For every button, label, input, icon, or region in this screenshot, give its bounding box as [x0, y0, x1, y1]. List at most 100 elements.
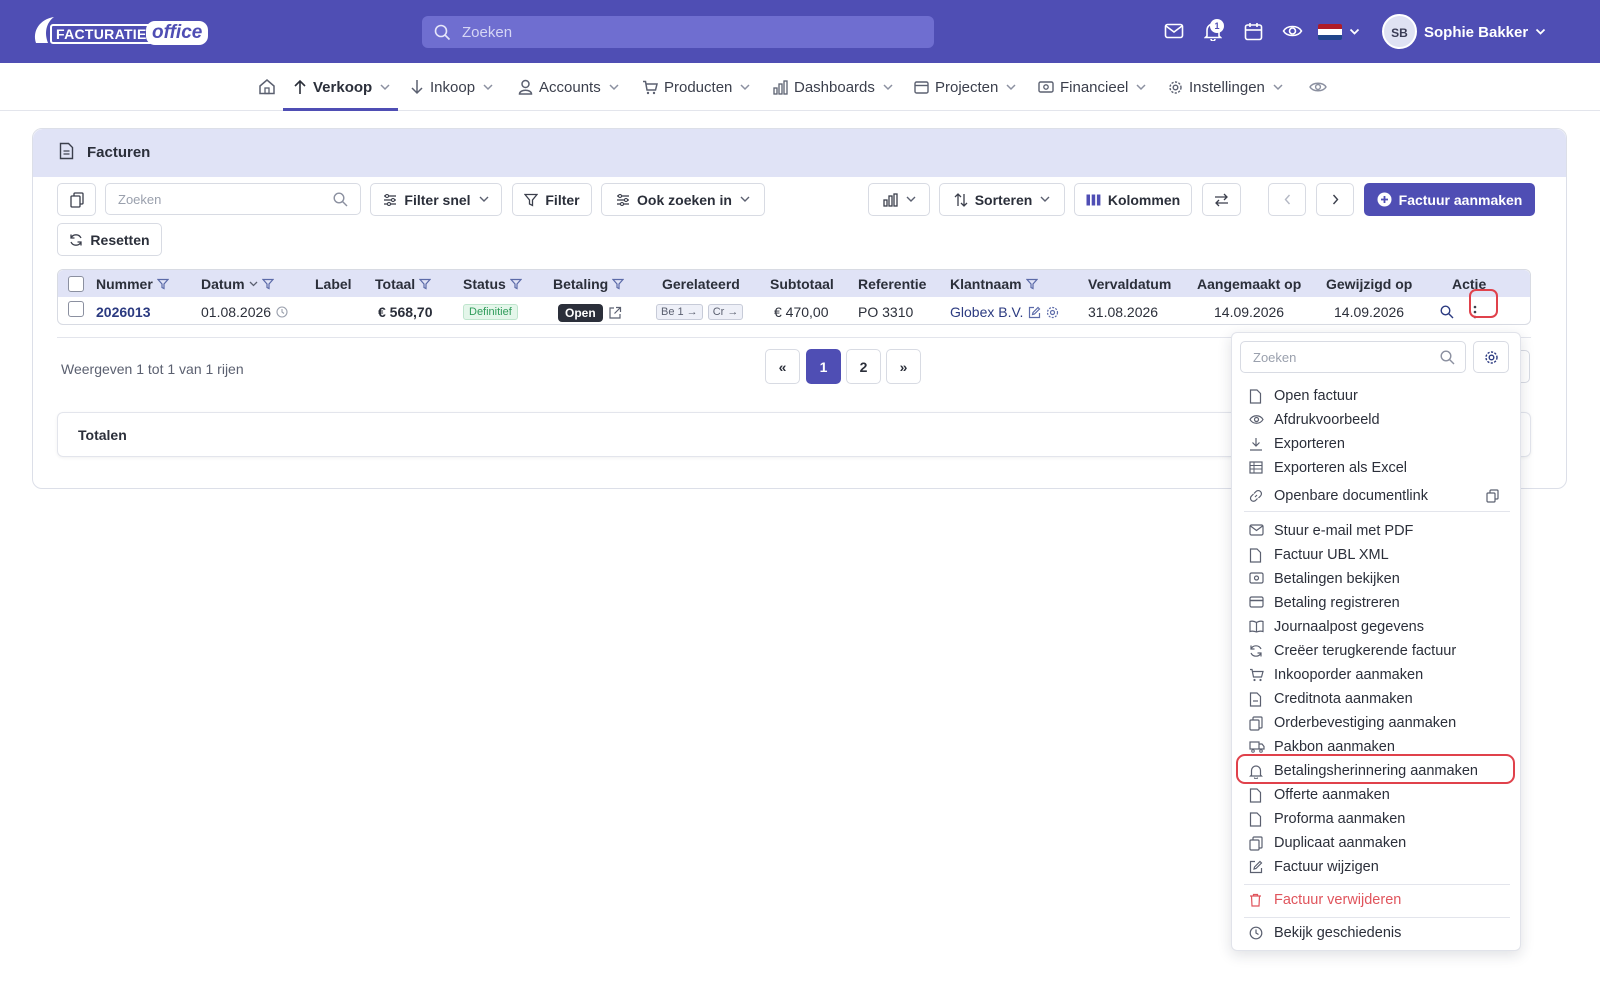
home-icon[interactable] [258, 78, 276, 95]
reset-button[interactable]: Resetten [57, 223, 162, 256]
columns-button[interactable]: Kolommen [1074, 183, 1192, 216]
refresh-icon [1250, 645, 1262, 657]
copy-icon[interactable] [1486, 489, 1499, 503]
menu-item-stuur-email[interactable]: Stuur e-mail met PDF [1232, 520, 1522, 542]
menu-item-creeer-terugkerende-factuur[interactable]: Creëer terugkerende factuur [1232, 640, 1522, 662]
mail-icon[interactable] [1164, 22, 1184, 40]
col-gewijzigd-op[interactable]: Gewijzigd op [1326, 276, 1412, 292]
menu-item-inkooporder-aanmaken[interactable]: Inkooporder aanmaken [1232, 664, 1522, 686]
user-name[interactable]: Sophie Bakker [1424, 24, 1528, 41]
filter-button[interactable]: Filter [512, 183, 592, 216]
col-vervaldatum[interactable]: Vervaldatum [1088, 276, 1171, 292]
menu-item-offerte-aanmaken[interactable]: Offerte aanmaken [1232, 784, 1522, 806]
swap-button[interactable] [1202, 183, 1241, 216]
chart-toggle-button[interactable] [868, 183, 930, 216]
chevron-down-icon[interactable] [1349, 28, 1360, 36]
menu-item-duplicaat-aanmaken[interactable]: Duplicaat aanmaken [1232, 832, 1522, 854]
invoice-number-link[interactable]: 2026013 [96, 304, 151, 320]
menu-item-afdrukvoorbeeld[interactable]: Afdrukvoorbeeld [1232, 409, 1522, 431]
prev-page-button[interactable] [1268, 183, 1306, 216]
user-menu-chevron-icon[interactable] [1535, 28, 1546, 36]
menu-item-factuur-verwijderen[interactable]: Factuur verwijderen [1232, 889, 1522, 911]
sort-button[interactable]: Sorteren [939, 183, 1065, 216]
app-logo[interactable]: FACTURATIE office [30, 13, 209, 51]
chevron-left-icon [1284, 194, 1290, 205]
col-label[interactable]: Label [315, 276, 352, 292]
col-referentie[interactable]: Referentie [858, 276, 926, 292]
funnel-icon[interactable] [156, 278, 169, 290]
related-booking-button[interactable]: Be 1 → [656, 304, 703, 320]
col-gerelateerd[interactable]: Gerelateerd [662, 276, 740, 292]
col-klantnaam[interactable]: Klantnaam [950, 276, 1038, 292]
edit-icon[interactable] [1028, 306, 1041, 319]
customer-link[interactable]: Globex B.V. [950, 304, 1023, 320]
external-link-icon[interactable] [608, 306, 622, 320]
bulk-actions-button[interactable] [57, 183, 96, 216]
cart-icon [643, 80, 658, 94]
file-minus-icon [1249, 692, 1262, 707]
related-credit-button[interactable]: Cr → [707, 304, 744, 320]
global-search-input[interactable]: Zoeken [422, 16, 934, 48]
menu-item-betalingen-bekijken[interactable]: Betalingen bekijken [1232, 568, 1522, 590]
avatar[interactable]: SB [1382, 14, 1417, 49]
nav-item-verkoop[interactable]: Verkoop [293, 76, 390, 98]
menu-settings-button[interactable] [1473, 341, 1509, 373]
calendar-icon[interactable] [1244, 22, 1263, 41]
row-checkbox[interactable] [68, 301, 84, 317]
nav-item-producten[interactable]: Producten [642, 76, 750, 98]
flag-nl-icon[interactable] [1318, 24, 1342, 40]
col-betaling[interactable]: Betaling [553, 276, 625, 292]
page-title: Facturen [87, 144, 151, 161]
table-search-input[interactable]: Zoeken [105, 183, 361, 215]
nav-item-dashboards[interactable]: Dashboards [773, 76, 893, 98]
menu-item-open-factuur[interactable]: Open factuur [1232, 385, 1522, 407]
menu-item-factuur-wijzigen[interactable]: Factuur wijzigen [1232, 856, 1522, 878]
col-datum[interactable]: Datum [201, 276, 274, 292]
row-search-action[interactable] [1440, 305, 1454, 319]
nav-item-inkoop[interactable]: Inkoop [410, 76, 493, 98]
col-subtotaal[interactable]: Subtotaal [770, 276, 834, 292]
gear-icon[interactable] [1046, 306, 1059, 319]
also-search-in-button[interactable]: Ook zoeken in [601, 183, 765, 216]
col-status[interactable]: Status [463, 276, 522, 292]
menu-item-orderbevestiging-aanmaken[interactable]: Orderbevestiging aanmaken [1232, 712, 1522, 734]
funnel-icon[interactable] [1025, 278, 1038, 290]
nav-item-instellingen[interactable]: Instellingen [1168, 76, 1283, 98]
funnel-icon[interactable] [509, 278, 522, 290]
create-invoice-button[interactable]: Factuur aanmaken [1364, 183, 1535, 216]
payment-status-badge[interactable]: Open [558, 304, 603, 322]
funnel-icon[interactable] [419, 278, 432, 290]
nav-item-financieel[interactable]: Financieel [1038, 76, 1146, 98]
page-1-button[interactable]: 1 [806, 349, 841, 384]
page-2-button[interactable]: 2 [846, 349, 881, 384]
menu-item-openbare-documentlink[interactable]: Openbare documentlink [1232, 485, 1522, 507]
menu-item-factuur-ubl-xml[interactable]: Factuur UBL XML [1232, 544, 1522, 566]
menu-item-betaling-registreren[interactable]: Betaling registreren [1232, 592, 1522, 614]
select-all-checkbox[interactable] [68, 276, 84, 292]
nav-item-projecten[interactable]: Projecten [914, 76, 1016, 98]
last-page-button[interactable]: » [886, 349, 921, 384]
eye-icon[interactable] [1309, 80, 1327, 94]
menu-item-proforma-aanmaken[interactable]: Proforma aanmaken [1232, 808, 1522, 830]
funnel-icon[interactable] [261, 278, 274, 290]
copy-icon [69, 191, 84, 208]
col-nummer[interactable]: Nummer [96, 276, 169, 292]
menu-item-journaalpost-gegevens[interactable]: Journaalpost gegevens [1232, 616, 1522, 638]
col-totaal[interactable]: Totaal [375, 276, 432, 292]
col-aangemaakt-op[interactable]: Aangemaakt op [1197, 276, 1301, 292]
next-page-button[interactable] [1316, 183, 1354, 216]
menu-item-creditnota-aanmaken[interactable]: Creditnota aanmaken [1232, 688, 1522, 710]
menu-item-exporteren-als-excel[interactable]: Exporteren als Excel [1232, 457, 1522, 479]
filter-quick-button[interactable]: Filter snel [370, 183, 502, 216]
nav-item-accounts[interactable]: Accounts [518, 76, 619, 98]
menu-search-input[interactable]: Zoeken [1240, 341, 1466, 373]
global-search-placeholder: Zoeken [462, 24, 513, 41]
menu-item-bekijk-geschiedenis[interactable]: Bekijk geschiedenis [1232, 922, 1522, 944]
truck-icon [1249, 741, 1265, 753]
arrow-up-icon [294, 79, 306, 94]
file-icon [1249, 788, 1262, 803]
first-page-button[interactable]: « [765, 349, 800, 384]
funnel-icon[interactable] [612, 278, 625, 290]
menu-item-exporteren[interactable]: Exporteren [1232, 433, 1522, 455]
eye-icon[interactable] [1282, 22, 1303, 40]
